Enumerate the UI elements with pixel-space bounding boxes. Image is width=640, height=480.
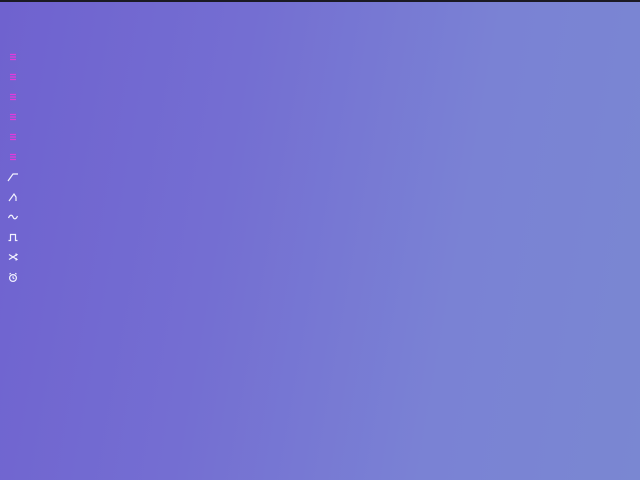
toolbar-button-6[interactable] bbox=[5, 149, 21, 165]
toolbar-button-shuffle[interactable] bbox=[5, 249, 21, 265]
toolbar-button-5[interactable] bbox=[5, 129, 21, 145]
lines-icon bbox=[10, 113, 16, 121]
lines-icon bbox=[10, 53, 16, 61]
toolbar-button-ramp[interactable] bbox=[5, 169, 21, 185]
toolbar-button-sawtooth[interactable] bbox=[5, 189, 21, 205]
toolbar-button-4[interactable] bbox=[5, 109, 21, 125]
toolbar-button-1[interactable] bbox=[5, 49, 21, 65]
ramp-wave-icon bbox=[7, 173, 18, 182]
left-icon-toolbar bbox=[5, 49, 21, 285]
lines-icon bbox=[10, 133, 16, 141]
top-border-line bbox=[0, 0, 640, 2]
lines-icon bbox=[10, 73, 16, 81]
sine-wave-icon bbox=[7, 214, 19, 220]
toolbar-button-sine[interactable] bbox=[5, 209, 21, 225]
toolbar-button-square[interactable] bbox=[5, 229, 21, 245]
shuffle-icon bbox=[8, 253, 19, 261]
lines-icon bbox=[10, 93, 16, 101]
alarm-clock-icon bbox=[8, 272, 18, 283]
lines-icon bbox=[10, 153, 16, 161]
toolbar-button-3[interactable] bbox=[5, 89, 21, 105]
toolbar-button-2[interactable] bbox=[5, 69, 21, 85]
sawtooth-wave-icon bbox=[8, 192, 17, 202]
toolbar-button-alarm[interactable] bbox=[5, 269, 21, 285]
square-wave-icon bbox=[8, 233, 18, 242]
